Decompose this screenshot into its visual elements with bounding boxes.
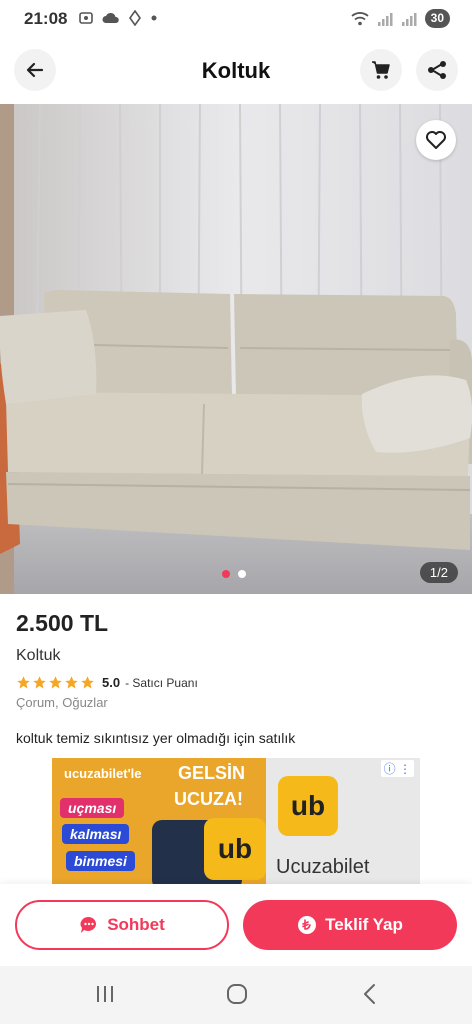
- heart-icon: [426, 131, 446, 149]
- seller-rating[interactable]: 5.0 - Satıcı Puanı: [16, 675, 198, 690]
- star-icon: [33, 676, 46, 689]
- ad-logo: ub: [204, 818, 266, 880]
- signal-icon: [377, 12, 393, 26]
- wifi-icon: [351, 11, 369, 25]
- home-icon[interactable]: [225, 983, 249, 1005]
- share-icon: [428, 61, 446, 79]
- recent-apps-icon[interactable]: [94, 983, 116, 1005]
- battery-indicator: 30: [424, 9, 450, 28]
- status-bar: 21:08 30: [0, 0, 472, 38]
- ad-headline-2: UCUZA!: [174, 789, 243, 809]
- ad-brand-text: ucuzabilet'le: [64, 766, 142, 781]
- make-offer-button[interactable]: Teklif Yap: [243, 900, 457, 950]
- star-icon: [81, 676, 94, 689]
- screenshot-icon: [79, 12, 93, 24]
- photo-pagination: [222, 570, 246, 578]
- cloud-icon: [102, 12, 119, 24]
- ad-pill: binmesi: [66, 851, 135, 871]
- chat-button-label: Sohbet: [107, 915, 165, 934]
- signal-2-icon: [401, 12, 417, 26]
- star-icon: [17, 676, 30, 689]
- status-left-icons: [78, 10, 158, 26]
- listing-title: Koltuk: [16, 647, 61, 664]
- app-header: Koltuk: [0, 38, 472, 104]
- listing-photo[interactable]: 1/2: [0, 104, 472, 594]
- listing-price: 2.500 TL: [16, 610, 109, 636]
- ad-brand-name: Ucuzabilet: [276, 856, 370, 878]
- chat-bubble-icon: [80, 916, 97, 933]
- pagination-dot[interactable]: [222, 570, 230, 578]
- star-icon: [49, 676, 62, 689]
- cart-icon: [372, 61, 390, 79]
- rating-value: 5.0: [102, 675, 121, 690]
- sofa-photo: [0, 104, 472, 594]
- ad-info-icon[interactable]: ⓘ ⋮: [380, 760, 414, 777]
- ad-logo: ub: [278, 776, 338, 836]
- pagination-dot[interactable]: [238, 570, 246, 578]
- notification-dot-icon: [151, 15, 157, 21]
- action-bar: Sohbet Teklif Yap: [0, 884, 472, 966]
- photo-counter: 1/2: [419, 562, 458, 583]
- back-nav-icon[interactable]: [360, 983, 380, 1005]
- rating-label: - Satıcı Puanı: [125, 675, 198, 690]
- ad-headline-1: GELSİN: [178, 763, 246, 783]
- status-right: 30: [351, 9, 450, 28]
- system-nav-bar: [0, 966, 472, 1024]
- cart-button[interactable]: [360, 49, 402, 91]
- listing-description: koltuk temiz sıkıntısız yer olmadığı içi…: [16, 730, 296, 746]
- share-button[interactable]: [416, 49, 458, 91]
- ad-pill: uçması: [60, 798, 125, 818]
- make-offer-button-label: Teklif Yap: [325, 915, 403, 934]
- ad-banner[interactable]: ucuzabilet'le GELSİN UCUZA! uçması kalma…: [52, 758, 420, 884]
- star-icon: [65, 676, 78, 689]
- lira-coin-icon: [298, 916, 317, 934]
- favorite-button[interactable]: [416, 120, 456, 160]
- ad-pill: kalması: [62, 824, 130, 844]
- listing-location: Çorum, Oğuzlar: [16, 695, 108, 710]
- status-time: 21:08: [24, 9, 68, 28]
- nfc-icon: [129, 10, 141, 26]
- chat-button[interactable]: Sohbet: [15, 900, 229, 950]
